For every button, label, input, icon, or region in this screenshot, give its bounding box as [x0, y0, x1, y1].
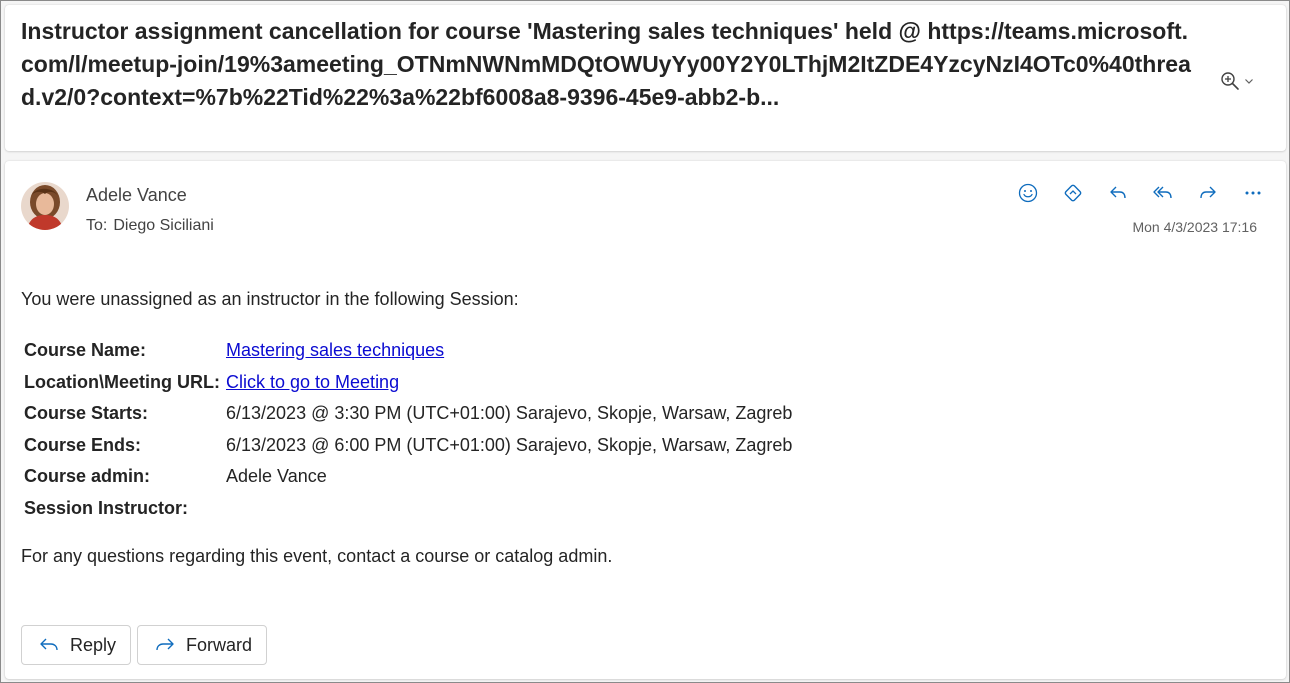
reply-label: Reply [70, 634, 117, 655]
sender-name[interactable]: Adele Vance [86, 185, 187, 206]
course-name-value: Mastering sales techniques [223, 335, 795, 367]
course-ends-label: Course Ends: [24, 434, 142, 455]
zoom-in-icon [1221, 72, 1239, 90]
table-row: Course Ends: 6/13/2023 @ 6:00 PM (UTC+01… [21, 430, 795, 462]
course-admin-value: Adele Vance [226, 466, 327, 487]
forward-action-button[interactable] [1185, 178, 1230, 208]
subject-header: Instructor assignment cancellation for c… [5, 5, 1286, 151]
reply-button[interactable]: Reply [21, 625, 132, 665]
body-outro: For any questions regarding this event, … [21, 546, 613, 566]
emoji-icon [1018, 183, 1037, 203]
session-details-table: Course Name: Mastering sales techniques … [21, 335, 795, 524]
meeting-url-value: Click to go to Meeting [223, 367, 795, 399]
course-admin-label: Course admin: [24, 466, 151, 487]
reply-all-icon [1152, 186, 1172, 199]
recipient-name[interactable]: Diego Siciliani [113, 217, 214, 234]
chevron-down-icon [1245, 79, 1253, 84]
message-actions [1005, 178, 1275, 208]
session-instructor-value [223, 493, 795, 525]
meeting-link[interactable]: Click to go to Meeting [226, 372, 399, 392]
table-row: Location\Meeting URL: Click to go to Mee… [21, 367, 795, 399]
message-subject: Instructor assignment cancellation for c… [21, 18, 1191, 110]
more-actions-button[interactable] [1230, 178, 1275, 208]
to-label: To: [86, 217, 108, 234]
table-row: Course Starts: 6/13/2023 @ 3:30 PM (UTC+… [21, 398, 795, 430]
session-instructor-label: Session Instructor: [24, 497, 189, 518]
table-row: Session Instructor: [21, 493, 795, 525]
forward-icon [1199, 186, 1216, 199]
body-intro: You were unassigned as an instructor in … [21, 289, 519, 309]
reply-all-action-button[interactable] [1140, 178, 1185, 208]
forward-icon [156, 638, 174, 651]
reading-pane: Instructor assignment cancellation for c… [0, 0, 1290, 683]
avatar[interactable] [21, 182, 69, 230]
forward-button[interactable]: Forward [137, 625, 268, 665]
reply-icon [1109, 186, 1126, 199]
course-name-label: Course Name: [24, 340, 147, 361]
quick-reply-bar: Reply Forward [21, 625, 268, 665]
reply-action-button[interactable] [1095, 178, 1140, 208]
course-name-link[interactable]: Mastering sales techniques [226, 340, 444, 360]
course-starts-label: Course Starts: [24, 403, 149, 424]
message-body: You were unassigned as an instructor in … [21, 287, 1221, 568]
loop-button[interactable] [1050, 178, 1095, 208]
zoom-button[interactable] [1213, 65, 1261, 97]
course-starts-value: 6/13/2023 @ 3:30 PM (UTC+01:00) Sarajevo… [226, 403, 793, 424]
more-icon [1245, 191, 1260, 195]
loop-icon [1064, 184, 1081, 202]
message-date: Mon 4/3/2023 17:16 [1132, 219, 1257, 235]
recipient-line: To: Diego Siciliani [86, 217, 214, 235]
table-row: Course admin: Adele Vance [21, 461, 795, 493]
reaction-button[interactable] [1005, 178, 1050, 208]
course-ends-value: 6/13/2023 @ 6:00 PM (UTC+01:00) Sarajevo… [226, 434, 793, 455]
meeting-url-label: Location\Meeting URL: [24, 371, 220, 392]
table-row: Course Name: Mastering sales techniques [21, 335, 795, 367]
reply-icon [40, 638, 58, 651]
forward-label: Forward [186, 634, 253, 655]
message-card: Adele Vance To: Diego Siciliani Mon 4/3/… [5, 161, 1286, 679]
